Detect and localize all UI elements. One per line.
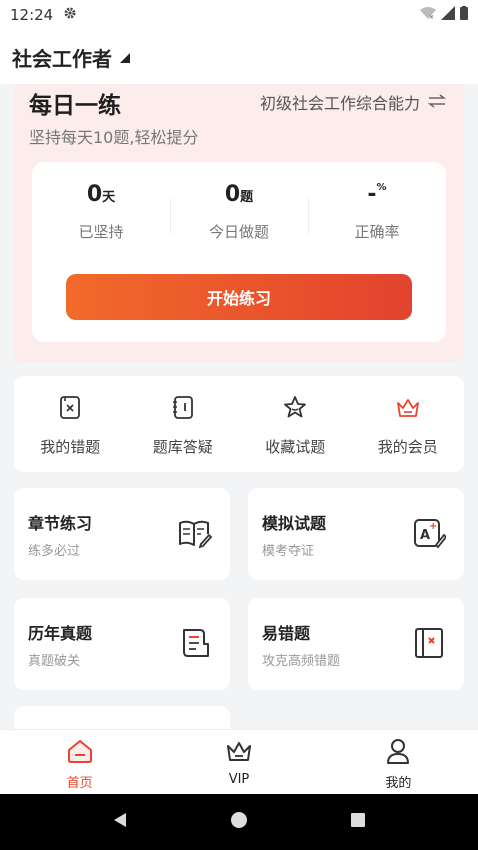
stat-questions-value: 0 (224, 182, 241, 207)
stat-questions-unit: 题 (240, 190, 254, 205)
card-desc: 练多必过 (28, 544, 81, 559)
wrong-book-icon (57, 394, 83, 424)
battery-icon (460, 6, 468, 24)
document-icon (178, 626, 212, 664)
switch-arrows-icon (427, 93, 447, 112)
home-icon (66, 738, 94, 768)
status-time: 12:24 (10, 6, 54, 24)
stat-questions: 0题 今日做题 (170, 182, 308, 242)
card-title: 历年真题 (28, 624, 93, 643)
crown-icon (225, 738, 253, 768)
stat-accuracy-label: 正确率 (354, 223, 400, 241)
grade-edit-icon: A + (412, 516, 448, 554)
tab-label: VIP (228, 772, 250, 787)
quick-actions: 我的错题 题库答疑 收藏试题 我的会员 (14, 376, 464, 472)
quick-item-wrong-questions[interactable]: 我的错题 (14, 376, 127, 472)
svg-text:+: + (429, 521, 437, 532)
stat-accuracy-value: - (367, 182, 377, 207)
tab-label: 我的 (385, 776, 412, 791)
tab-vip[interactable]: VIP (159, 730, 318, 794)
quick-item-qa[interactable]: 题库答疑 (127, 376, 240, 472)
stat-days-label: 已坚持 (78, 223, 124, 241)
tab-home[interactable]: 首页 (0, 730, 159, 794)
status-bar: 12:24 × (0, 0, 478, 30)
switch-exam-button[interactable]: 初级社会工作综合能力 (259, 90, 447, 114)
stat-days-value: 0 (86, 182, 103, 207)
stat-days-unit: 天 (102, 190, 116, 205)
qa-book-icon (170, 394, 196, 424)
user-icon (384, 738, 412, 768)
quick-item-label: 我的错题 (40, 438, 101, 456)
card-desc: 真题破关 (28, 654, 81, 669)
quick-item-membership[interactable]: 我的会员 (352, 376, 465, 472)
settings-gear-icon (63, 6, 77, 24)
recents-square-icon[interactable] (349, 811, 367, 833)
stat-days: 0天 已坚持 (32, 182, 170, 242)
start-practice-button[interactable]: 开始练习 (66, 274, 412, 320)
card-title: 模拟试题 (262, 514, 327, 533)
quick-item-favorites[interactable]: 收藏试题 (239, 376, 352, 472)
exam-name: 初级社会工作综合能力 (259, 94, 420, 113)
stat-accuracy-unit: % (376, 182, 387, 193)
card-chapter-practice[interactable]: 章节练习 练多必过 (14, 488, 230, 580)
stat-accuracy: -% 正确率 (308, 182, 446, 242)
error-panel-icon (412, 626, 446, 664)
tab-label: 首页 (66, 776, 93, 791)
tab-profile[interactable]: 我的 (319, 730, 478, 794)
stats-card: 0天 已坚持 0题 今日做题 -% 正确率 开始练习 (32, 162, 446, 342)
top-bar: 社会工作者 (0, 30, 478, 84)
quick-item-label: 收藏试题 (265, 438, 326, 456)
bottom-tab-bar: 首页 VIP 我的 (0, 730, 478, 794)
svg-text:×: × (429, 14, 434, 20)
back-triangle-icon[interactable] (111, 811, 129, 833)
exam-category-selector[interactable]: 社会工作者 (12, 43, 112, 72)
crown-icon (394, 394, 422, 424)
daily-title: 每日一练 (29, 93, 121, 119)
card-desc: 模考夺证 (262, 544, 315, 559)
dropdown-triangle-icon[interactable] (120, 48, 130, 67)
open-book-edit-icon (178, 516, 213, 554)
card-title: 章节练习 (28, 514, 93, 533)
signal-icon (441, 6, 455, 24)
quick-item-label: 我的会员 (377, 438, 438, 456)
wifi-icon: × (420, 6, 436, 24)
daily-practice-panel: 每日一练 坚持每天10题,轻松提分 初级社会工作综合能力 0天 已坚持 0题 今… (14, 84, 464, 362)
card-desc: 攻克高频错题 (262, 654, 341, 669)
system-nav-bar (0, 794, 478, 850)
quick-item-label: 题库答疑 (152, 438, 213, 456)
stat-questions-label: 今日做题 (208, 223, 269, 241)
card-mock-exam[interactable]: 模拟试题 模考夺证 A + (248, 488, 464, 580)
home-circle-icon[interactable] (230, 811, 248, 833)
card-error-prone[interactable]: 易错题 攻克高频错题 (248, 598, 464, 690)
daily-subtitle: 坚持每天10题,轻松提分 (29, 128, 199, 147)
card-past-exams[interactable]: 历年真题 真题破关 (14, 598, 230, 690)
card-title: 易错题 (262, 624, 311, 643)
star-icon (282, 394, 308, 424)
